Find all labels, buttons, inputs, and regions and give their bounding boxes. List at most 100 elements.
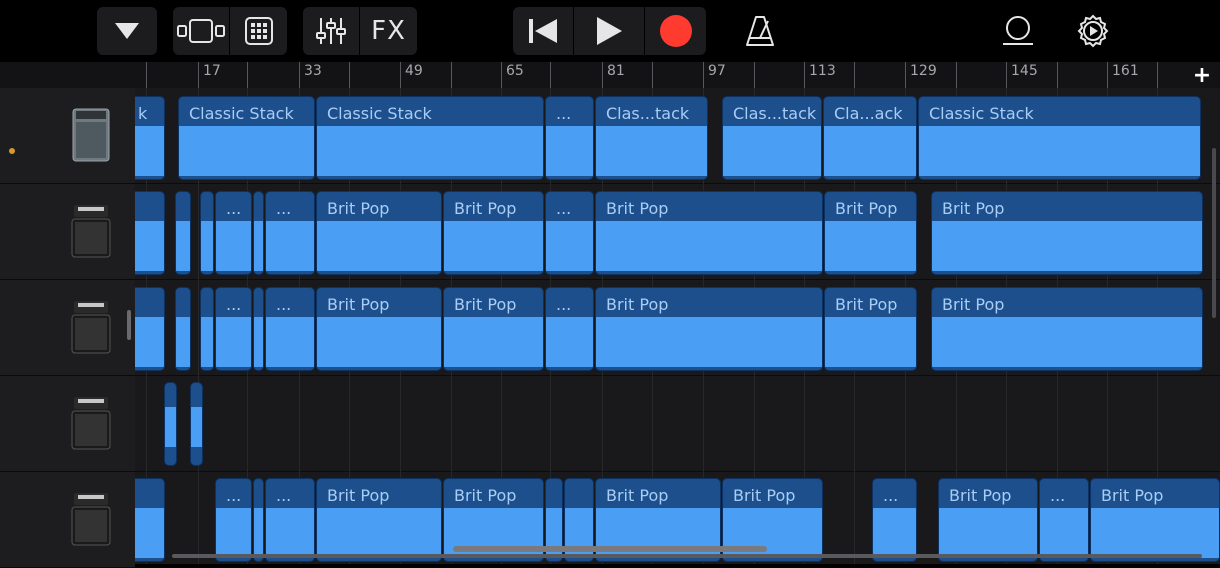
waveform xyxy=(254,221,263,271)
track-headers xyxy=(0,88,135,568)
fx-button[interactable]: FX xyxy=(359,7,417,55)
play-button[interactable] xyxy=(573,7,644,55)
track-lanes: k Classic Stack Classic Stack ... Clas..… xyxy=(135,88,1220,564)
waveform xyxy=(135,508,164,558)
loop-browser-button[interactable] xyxy=(996,7,1040,55)
gear-play-icon xyxy=(1077,14,1109,48)
ruler-tick xyxy=(602,62,603,88)
waveform xyxy=(176,317,190,367)
audio-region[interactable] xyxy=(190,382,203,466)
tracks-menu-button[interactable] xyxy=(97,7,157,55)
audio-region[interactable]: Brit Pop xyxy=(443,287,544,371)
timeline-ruler[interactable]: 17 33 49 65 81 97 113 129 145 161 xyxy=(135,62,1220,89)
waveform xyxy=(932,317,1202,367)
audio-region[interactable]: Brit Pop xyxy=(595,191,823,275)
audio-region[interactable] xyxy=(253,287,264,371)
audio-region[interactable]: k xyxy=(135,96,165,180)
waveform xyxy=(266,317,314,367)
audio-region[interactable]: ... xyxy=(265,191,315,275)
audio-region[interactable]: ... xyxy=(545,96,594,180)
ruler-tick xyxy=(247,62,248,88)
waveform xyxy=(444,221,543,271)
audio-region[interactable]: Cla...ack xyxy=(823,96,917,180)
waveform xyxy=(266,508,314,558)
audio-region[interactable]: Brit Pop xyxy=(931,287,1203,371)
bar-label: 129 xyxy=(910,63,937,79)
waveform xyxy=(317,508,441,558)
audio-region[interactable]: Brit Pop xyxy=(595,287,823,371)
audio-region[interactable]: Clas...tack xyxy=(722,96,822,180)
track-header-3[interactable] xyxy=(0,280,135,376)
add-section-button[interactable]: + xyxy=(1184,62,1220,88)
mixer-button[interactable] xyxy=(303,7,359,55)
amp-head-icon xyxy=(72,108,110,162)
settings-button[interactable] xyxy=(1071,7,1115,55)
waveform xyxy=(825,317,916,367)
ruler-tick xyxy=(905,62,906,88)
bar-label: 49 xyxy=(405,63,423,79)
audio-region[interactable]: Classic Stack xyxy=(316,96,544,180)
record-button[interactable] xyxy=(644,7,706,55)
waveform xyxy=(201,317,213,367)
audio-region[interactable]: ... xyxy=(545,191,594,275)
waveform xyxy=(201,221,213,271)
audio-region[interactable]: Brit Pop xyxy=(1090,478,1220,562)
waveform xyxy=(135,126,164,176)
audio-region[interactable]: Brit Pop xyxy=(316,287,442,371)
audio-region[interactable] xyxy=(253,478,264,562)
track-header-4[interactable] xyxy=(0,376,135,472)
audio-region[interactable] xyxy=(175,287,191,371)
audio-region[interactable] xyxy=(253,191,264,275)
waveform xyxy=(1040,508,1088,558)
audio-region[interactable]: Brit Pop xyxy=(938,478,1038,562)
audio-region[interactable]: Brit Pop xyxy=(824,287,917,371)
audio-region[interactable]: Brit Pop xyxy=(824,191,917,275)
track-header-2[interactable] xyxy=(0,184,135,280)
bar-label: 81 xyxy=(607,63,625,79)
grid-view-button[interactable] xyxy=(229,7,287,55)
horizontal-scrollbar[interactable] xyxy=(172,554,1202,558)
track-header-5[interactable] xyxy=(0,472,135,568)
audio-region[interactable]: Brit Pop xyxy=(931,191,1203,275)
audio-region[interactable]: Clas...tack xyxy=(595,96,708,180)
chevron-down-icon xyxy=(115,23,139,39)
audio-region[interactable] xyxy=(135,191,165,275)
audio-region[interactable]: Brit Pop xyxy=(316,191,442,275)
audio-region[interactable]: ... xyxy=(1039,478,1089,562)
audio-region[interactable]: ... xyxy=(215,478,252,562)
ruler-tick xyxy=(1157,62,1158,88)
waveform xyxy=(254,508,263,558)
sliders-icon xyxy=(316,18,346,44)
activity-dot xyxy=(9,148,15,154)
waveform xyxy=(824,126,916,176)
audio-region[interactable]: Classic Stack xyxy=(178,96,315,180)
audio-region[interactable]: Classic Stack xyxy=(918,96,1201,180)
audio-region[interactable]: ... xyxy=(215,287,252,371)
ruler-tick xyxy=(198,62,199,88)
ruler-tick xyxy=(754,62,755,88)
audio-region[interactable]: ... xyxy=(215,191,252,275)
audio-region[interactable]: ... xyxy=(872,478,917,562)
header-resize-handle[interactable] xyxy=(127,310,131,340)
audio-region[interactable]: ... xyxy=(545,287,594,371)
audio-region[interactable] xyxy=(135,287,165,371)
horizontal-scroll-thumb[interactable] xyxy=(453,546,767,552)
audio-region[interactable] xyxy=(164,382,177,466)
ruler-tick xyxy=(451,62,452,88)
go-to-beginning-button[interactable] xyxy=(513,7,573,55)
audio-region[interactable] xyxy=(175,191,191,275)
metronome-button[interactable] xyxy=(740,7,780,55)
vertical-scrollbar[interactable] xyxy=(1212,148,1216,318)
audio-region[interactable]: Brit Pop xyxy=(316,478,442,562)
audio-region[interactable]: Brit Pop xyxy=(443,191,544,275)
audio-region[interactable] xyxy=(135,478,165,562)
tracks-view-button[interactable] xyxy=(173,7,229,55)
audio-region[interactable] xyxy=(200,191,214,275)
waveform xyxy=(546,126,593,176)
waveform xyxy=(179,126,314,176)
audio-region[interactable] xyxy=(200,287,214,371)
waveform xyxy=(1091,508,1219,558)
audio-region[interactable]: ... xyxy=(265,478,315,562)
track-header-1[interactable] xyxy=(0,88,135,184)
audio-region[interactable]: ... xyxy=(265,287,315,371)
